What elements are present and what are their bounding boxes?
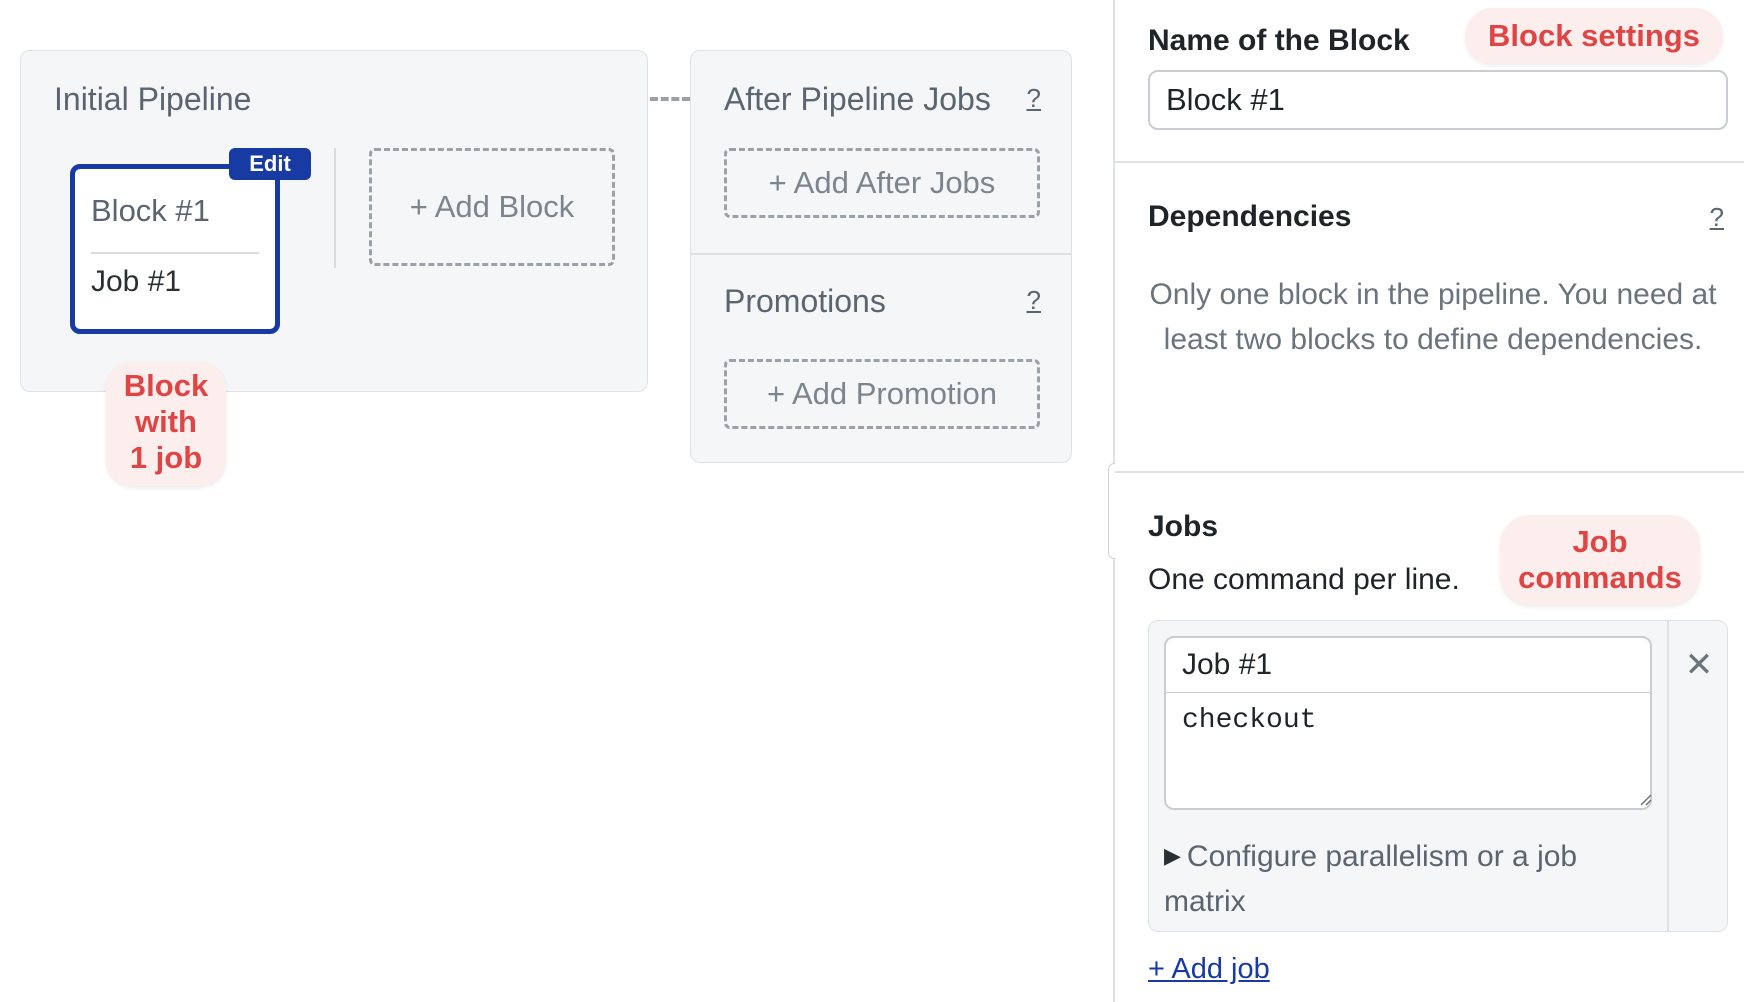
- dependencies-info-text: Only one block in the pipeline. You need…: [1149, 278, 1717, 356]
- after-pipeline-help-link[interactable]: ?: [1027, 83, 1041, 114]
- annotation-line: Block: [123, 368, 209, 403]
- pipeline-title: Initial Pipeline: [54, 81, 252, 117]
- section-divider: [1115, 161, 1744, 163]
- job-box-separator: [1667, 621, 1669, 931]
- promotions-help-link[interactable]: ?: [1027, 285, 1041, 316]
- annotation-job-commands: Job commands: [1500, 515, 1700, 605]
- job-name-input[interactable]: [1164, 636, 1652, 694]
- workflow-canvas: Initial Pipeline Block #1 Job #1 Edit + …: [0, 0, 1114, 1002]
- block-name-input[interactable]: [1148, 70, 1728, 130]
- job-commands-textarea[interactable]: checkout: [1164, 692, 1652, 810]
- annotation-line: with: [135, 404, 197, 439]
- add-job-link[interactable]: + Add job: [1148, 953, 1270, 986]
- configure-parallelism-toggle[interactable]: ▶ Configure parallelism or a job matrix: [1164, 833, 1644, 924]
- after-pipeline-title: After Pipeline Jobs: [724, 81, 991, 117]
- initial-pipeline-card: Initial Pipeline Block #1 Job #1 Edit + …: [20, 50, 648, 392]
- dependencies-help-link[interactable]: ?: [1710, 202, 1724, 233]
- after-pipeline-card: After Pipeline Jobs ? + Add After Jobs P…: [690, 50, 1072, 463]
- triangle-right-icon: ▶: [1164, 843, 1181, 868]
- block-divider: [91, 252, 259, 254]
- block-name: Block #1: [91, 193, 210, 228]
- block-job-item: Job #1: [91, 265, 182, 298]
- block-name-label: Name of the Block: [1148, 24, 1410, 57]
- dependencies-label: Dependencies: [1148, 200, 1352, 233]
- annotation-line: 1 job: [129, 440, 203, 475]
- parallelism-label: Configure parallelism or a job matrix: [1164, 840, 1578, 918]
- section-divider: [1115, 471, 1744, 473]
- annotation-block-settings: Block settings: [1465, 8, 1723, 64]
- annotation-line: Job: [1572, 524, 1628, 559]
- annotation-line: commands: [1518, 560, 1682, 595]
- jobs-label: Jobs: [1148, 510, 1219, 543]
- after-card-divider: [691, 253, 1071, 255]
- block-settings-panel: Name of the Block Block settings Depende…: [1115, 0, 1744, 1002]
- block-card-selected[interactable]: Block #1 Job #1: [70, 164, 280, 334]
- close-icon[interactable]: ✕: [1681, 647, 1717, 683]
- annotation-block-with-job: Block with 1 job: [106, 362, 226, 486]
- edit-block-button[interactable]: Edit: [229, 148, 311, 180]
- promotions-title: Promotions: [724, 283, 886, 319]
- block-separator: [334, 148, 336, 268]
- pipeline-connector: [650, 97, 690, 101]
- jobs-subtitle: One command per line.: [1148, 563, 1460, 596]
- add-after-jobs-button[interactable]: + Add After Jobs: [724, 148, 1040, 218]
- job-editor-box: checkout ✕ ▶Configure parallelism or a j…: [1148, 620, 1728, 932]
- add-promotion-button[interactable]: + Add Promotion: [724, 359, 1040, 429]
- add-block-button[interactable]: + Add Block: [369, 148, 615, 266]
